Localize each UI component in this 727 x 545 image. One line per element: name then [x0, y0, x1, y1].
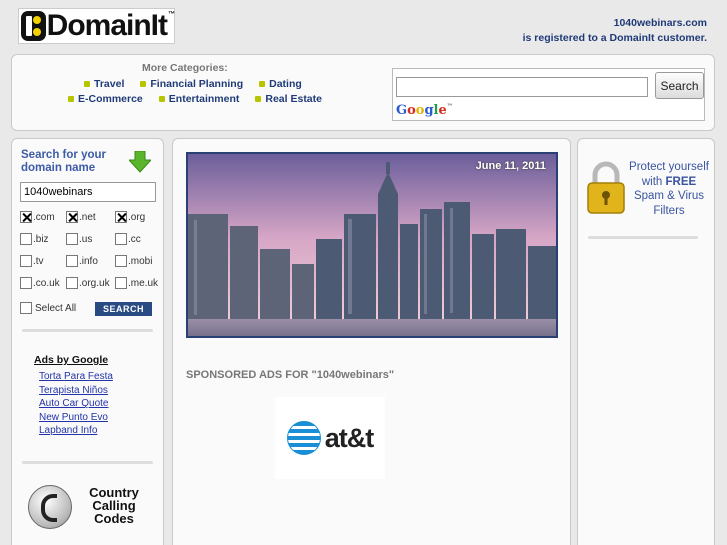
- divider: [22, 461, 153, 464]
- google-logo: Google™: [396, 103, 453, 118]
- select-all[interactable]: Select All: [20, 302, 76, 314]
- telephone-icon: [28, 485, 72, 529]
- category-entertainment[interactable]: Entertainment: [158, 93, 239, 105]
- tld-label: .org.uk: [79, 277, 110, 289]
- categories-row-1: Travel Financial Planning Dating: [84, 78, 302, 90]
- registered-domain: 1040webinars.com: [613, 17, 707, 29]
- domain-search-button[interactable]: SEARCH: [95, 302, 152, 316]
- tld-label: .mobi: [128, 255, 153, 267]
- tld-checkbox[interactable]: [66, 211, 78, 223]
- tld-label: .com: [33, 211, 55, 223]
- tld-option[interactable]: .tv: [20, 255, 44, 267]
- category-e-commerce[interactable]: E-Commerce: [68, 93, 143, 105]
- padlock-icon: [587, 161, 625, 214]
- main-content-panel: June 11, 2011 SPONSORED ADS FOR "1040web…: [172, 138, 571, 545]
- tld-option[interactable]: .net: [66, 211, 96, 223]
- domain-search-panel: Search for your domain name .com .net .org…: [11, 138, 164, 545]
- divider: [588, 236, 698, 239]
- down-arrow-icon: [129, 151, 151, 173]
- country-calling-codes-banner[interactable]: Country Calling Codes: [28, 484, 154, 530]
- bullet-arrow-icon: [140, 81, 147, 87]
- tld-option[interactable]: .com: [20, 211, 55, 223]
- tld-checkbox[interactable]: [66, 255, 78, 267]
- tld-checkbox[interactable]: [115, 277, 127, 289]
- tld-label: .net: [79, 211, 96, 223]
- tld-option[interactable]: .info: [66, 255, 98, 267]
- tld-option[interactable]: .cc: [115, 233, 141, 245]
- top-panel: More Categories: Travel Financial Planni…: [11, 54, 715, 131]
- tld-checkbox[interactable]: [20, 233, 32, 245]
- tld-option[interactable]: .mobi: [115, 255, 152, 267]
- tld-label: .cc: [128, 233, 141, 245]
- google-search-box: Search Google™: [392, 68, 705, 121]
- ad-link[interactable]: New Punto Evo: [39, 411, 113, 425]
- tld-checkbox[interactable]: [20, 211, 32, 223]
- category-real-estate[interactable]: Real Estate: [255, 93, 322, 105]
- bullet-arrow-icon: [68, 96, 74, 102]
- category-financial-planning[interactable]: Financial Planning: [140, 78, 243, 90]
- tld-checkbox[interactable]: [20, 255, 32, 267]
- spam-filter-promo-text[interactable]: Protect yourself with FREE Spam & Virus …: [624, 160, 714, 218]
- city-skyline-image: June 11, 2011: [186, 152, 558, 338]
- registered-text: is registered to a DomainIt customer.: [522, 32, 707, 44]
- att-sponsor-ad[interactable]: at&t: [275, 397, 385, 479]
- logo-word: DomainIt™: [46, 9, 175, 42]
- category-travel[interactable]: Travel: [84, 78, 124, 90]
- promo-panel: Protect yourself with FREE Spam & Virus …: [577, 138, 715, 545]
- tld-option[interactable]: .us: [66, 233, 92, 245]
- tld-checkbox[interactable]: [20, 277, 32, 289]
- sponsored-ads-title: SPONSORED ADS FOR "1040webinars": [186, 369, 395, 381]
- country-calling-codes-text: Country Calling Codes: [89, 485, 139, 526]
- tld-checkbox[interactable]: [66, 233, 78, 245]
- att-globe-icon: [286, 421, 321, 455]
- ad-link[interactable]: Lapband Info: [39, 424, 113, 438]
- tld-option[interactable]: .biz: [20, 233, 49, 245]
- domainit-logo[interactable]: DomainIt™: [18, 8, 175, 44]
- hero-date: June 11, 2011: [475, 160, 546, 172]
- bullet-arrow-icon: [84, 81, 90, 87]
- categories-row-2: E-Commerce Entertainment Real Estate: [68, 93, 322, 105]
- tld-checkbox[interactable]: [115, 211, 127, 223]
- ad-link[interactable]: Auto Car Quote: [39, 397, 113, 411]
- google-search-input[interactable]: [396, 77, 648, 97]
- skyline-illustration: [188, 154, 556, 336]
- select-all-checkbox[interactable]: [20, 302, 32, 314]
- divider: [22, 329, 153, 332]
- att-logo-text: at&t: [324, 422, 374, 453]
- tld-option[interactable]: .org.uk: [66, 277, 110, 289]
- tld-option[interactable]: .me.uk: [115, 277, 158, 289]
- domain-name-input[interactable]: [20, 182, 156, 202]
- tld-label: .info: [79, 255, 98, 267]
- category-dating[interactable]: Dating: [259, 78, 302, 90]
- tld-checkbox[interactable]: [115, 233, 127, 245]
- tld-label: .tv: [33, 255, 44, 267]
- registration-notice: 1040webinars.com is registered to a Doma…: [523, 16, 707, 46]
- logo-mark-icon: [21, 11, 46, 41]
- tld-label: .co.uk: [33, 277, 60, 289]
- tld-checkbox[interactable]: [66, 277, 78, 289]
- tld-label: .me.uk: [128, 277, 159, 289]
- tld-label: .org: [128, 211, 146, 223]
- tld-checkbox[interactable]: [115, 255, 127, 267]
- tld-option[interactable]: .org: [115, 211, 145, 223]
- bullet-arrow-icon: [259, 81, 266, 87]
- domain-search-title: Search for your domain name: [21, 149, 106, 174]
- ad-link[interactable]: Torta Para Festa: [39, 370, 113, 384]
- google-search-button[interactable]: Search: [655, 72, 704, 99]
- select-all-label: Select All: [35, 302, 77, 314]
- bullet-arrow-icon: [255, 96, 262, 102]
- tld-label: .us: [79, 233, 93, 245]
- tld-option[interactable]: .co.uk: [20, 277, 60, 289]
- ad-link[interactable]: Terapista Niños: [39, 384, 113, 398]
- categories-title: More Categories:: [142, 62, 228, 74]
- bullet-arrow-icon: [158, 96, 165, 102]
- tld-label: .biz: [33, 233, 49, 245]
- ads-by-google-title[interactable]: Ads by Google: [34, 354, 108, 366]
- ads-link-list: Torta Para Festa Terapista Niños Auto Ca…: [39, 370, 113, 438]
